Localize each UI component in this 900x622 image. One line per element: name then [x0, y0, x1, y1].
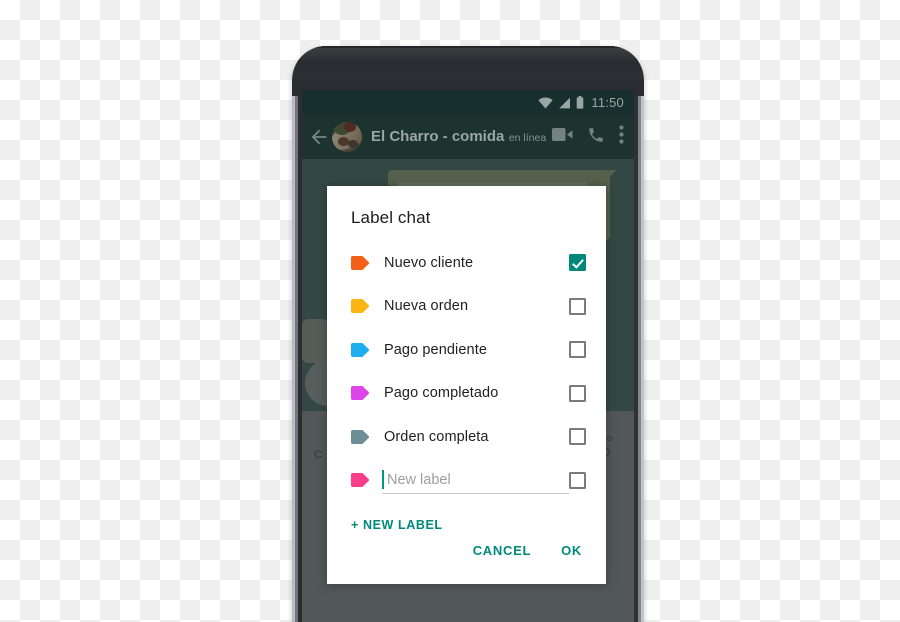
label-checkbox[interactable]	[569, 254, 586, 272]
label-checkbox[interactable]	[569, 297, 586, 315]
label-name: Nueva orden	[384, 298, 469, 315]
phone-bezel-gloss	[298, 48, 638, 64]
label-name: Pago completado	[384, 385, 499, 402]
status-bar: 11:50	[302, 90, 634, 115]
chat-presence-status: en línea	[508, 132, 547, 144]
label-name: Pago pendiente	[384, 341, 487, 358]
dialog-action-bar: CANCEL OK	[463, 535, 592, 566]
label-checkbox[interactable]	[569, 341, 586, 359]
status-bar-icons	[538, 96, 584, 109]
video-call-icon[interactable]	[552, 127, 573, 147]
wifi-icon	[538, 97, 554, 109]
label-row[interactable]: Nuevo cliente	[327, 241, 606, 285]
battery-icon	[576, 96, 584, 109]
label-tag-icon	[351, 299, 370, 314]
label-tag-icon	[351, 342, 370, 357]
label-name: Orden completa	[384, 428, 489, 445]
screenshot-canvas: 11:50 El Charro - comida en línea C o O …	[0, 0, 900, 622]
back-arrow-icon[interactable]	[308, 126, 330, 148]
chat-app-bar: El Charro - comida en línea	[302, 115, 634, 159]
add-new-label-button[interactable]: + NEW LABEL	[351, 518, 443, 532]
label-row[interactable]: Pago pendiente	[327, 328, 606, 372]
label-list: Nuevo cliente Nueva orden Pago pendiente…	[327, 241, 606, 502]
label-tag-icon	[351, 255, 370, 270]
label-checkbox[interactable]	[569, 428, 586, 446]
status-bar-clock: 11:50	[591, 95, 624, 110]
label-row[interactable]: Pago completado	[327, 372, 606, 416]
voice-call-icon[interactable]	[587, 126, 605, 149]
chat-header-actions	[552, 125, 626, 149]
avatar[interactable]	[332, 122, 362, 152]
signal-icon	[558, 97, 571, 109]
label-name: Nuevo cliente	[384, 254, 474, 271]
new-label-field-wrap[interactable]	[382, 467, 569, 494]
label-checkbox[interactable]	[569, 384, 586, 402]
chat-contact-name: El Charro - comida	[371, 128, 505, 145]
label-row[interactable]: Nueva orden	[327, 285, 606, 329]
label-tag-icon	[351, 386, 370, 401]
label-row[interactable]: Orden completa	[327, 415, 606, 459]
new-label-input[interactable]	[384, 471, 569, 488]
overflow-menu-icon[interactable]	[619, 125, 624, 149]
new-label-checkbox[interactable]	[569, 471, 586, 489]
phone-bezel-top	[292, 46, 644, 96]
ok-button[interactable]: OK	[551, 535, 592, 566]
label-tag-icon	[351, 429, 370, 444]
cancel-button[interactable]: CANCEL	[463, 535, 541, 566]
label-tag-icon	[351, 473, 370, 488]
label-chat-dialog: Label chat Nuevo cliente Nueva orden Pag…	[327, 186, 606, 584]
dialog-title: Label chat	[351, 208, 431, 227]
chat-header-titles[interactable]: El Charro - comida en línea	[371, 128, 552, 146]
new-label-row[interactable]	[327, 459, 606, 503]
